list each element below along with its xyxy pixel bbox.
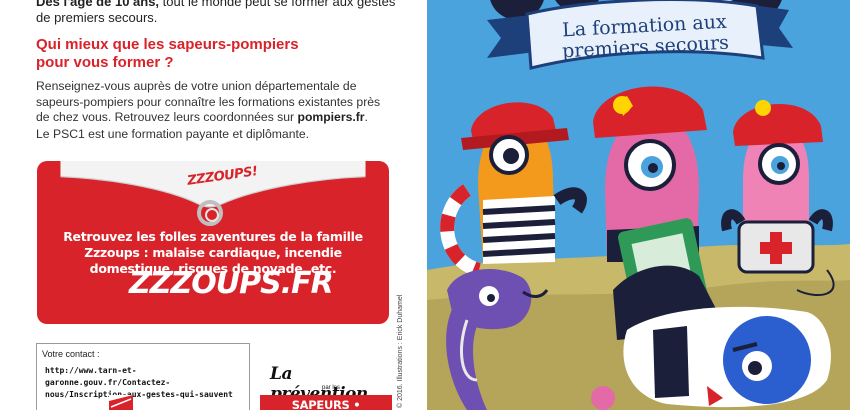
- question-line2: pour vous former ?: [36, 54, 174, 71]
- question-line1: Qui mieux que les sapeurs-pompiers: [36, 36, 299, 53]
- left-panel: Dès l'âge de 10 ans, tout le monde peut …: [0, 0, 412, 410]
- intro-text: Dès l'âge de 10 ans, tout le monde peut …: [36, 0, 396, 26]
- illustration-credit: © 2016. Illustrations : Erick Duhamel: [397, 294, 404, 408]
- zzzoups-site-link[interactable]: ZZZOUPS.FR: [129, 266, 334, 301]
- contact-url-link[interactable]: http://www.tarn-et-garonne.gouv.fr/Conta…: [45, 365, 245, 401]
- ring-icon: [197, 200, 223, 226]
- info-paragraph: Renseignez-vous auprès de votre union dé…: [36, 79, 396, 126]
- zzzoups-banner[interactable]: ZZZOUPS! Retrouvez les folles zaventures…: [37, 161, 389, 324]
- cover-illustration: La formation aux premiers secours: [427, 0, 850, 410]
- contact-box: Votre contact : http://www.tarn-et-garon…: [36, 343, 250, 410]
- contact-label: Votre contact :: [42, 349, 100, 359]
- prevention-par: par les: [322, 385, 341, 391]
- sapeurs-pompiers-band: SAPEURS • POMPIERS: [260, 395, 392, 410]
- pompiers-link[interactable]: pompiers.fr: [298, 110, 365, 124]
- intro-bold: Dès l'âge de 10 ans,: [36, 0, 160, 9]
- psc1-note: Le PSC1 est une formation payante et dip…: [36, 127, 310, 141]
- question-heading: Qui mieux que les sapeurs-pompiers pour …: [36, 36, 396, 72]
- prefecture-logo-icon: [109, 395, 133, 410]
- cover-art: [427, 0, 850, 410]
- info-end: .: [364, 110, 368, 124]
